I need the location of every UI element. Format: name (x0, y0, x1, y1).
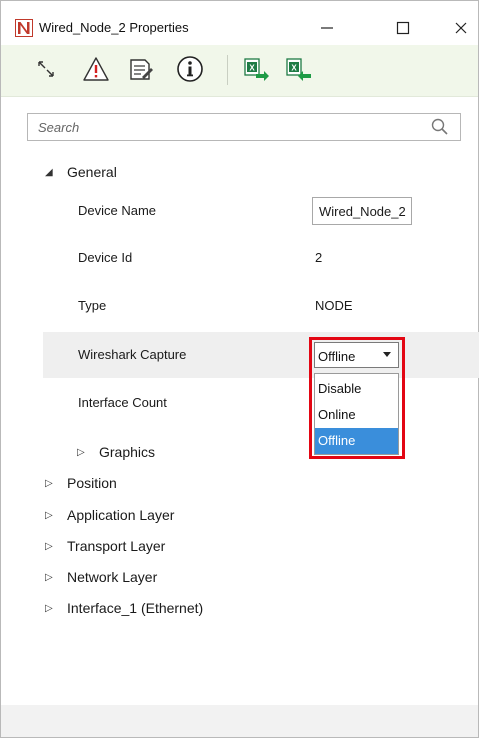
tree-group-label: Graphics (99, 444, 156, 460)
caret-collapsed-icon: ▷ (45, 477, 53, 489)
tree-group-interface-1[interactable]: ▷ Interface_1 (Ethernet) (45, 595, 203, 621)
caret-collapsed-icon: ▷ (45, 509, 53, 521)
tree-group-network-layer[interactable]: ▷ Network Layer (45, 564, 157, 590)
close-button[interactable] (447, 15, 475, 41)
tree-group-label: Network Layer (67, 569, 158, 585)
title-bar: Wired_Node_2 Properties (1, 1, 478, 45)
tree-group-label: Application Layer (67, 507, 175, 523)
property-label: Interface Count (78, 395, 167, 410)
minimize-icon (321, 27, 333, 29)
netsim-app-icon (15, 19, 33, 37)
wireshark-capture-select[interactable]: Offline (314, 342, 399, 368)
excel-export-icon[interactable]: X (241, 54, 271, 84)
tree-group-general[interactable]: ◢ General (45, 159, 117, 185)
property-label: Device Name (78, 203, 157, 218)
device-name-field[interactable] (312, 197, 412, 225)
minimize-button[interactable] (313, 15, 341, 41)
search-input[interactable] (28, 114, 428, 140)
tree-group-label: General (67, 164, 117, 180)
window-title: Wired_Node_2 Properties (39, 20, 189, 35)
maximize-button[interactable] (389, 15, 417, 41)
caret-expanded-icon: ◢ (45, 166, 53, 178)
tree-group-transport-layer[interactable]: ▷ Transport Layer (45, 533, 165, 559)
close-icon (455, 22, 467, 34)
tree-group-graphics[interactable]: ▷ Graphics (77, 439, 155, 465)
search-box (27, 113, 461, 141)
maximize-icon (396, 21, 410, 35)
caret-collapsed-icon: ▷ (77, 446, 85, 458)
properties-window: Wired_Node_2 Properties X X Search ◢ Gen… (0, 0, 479, 738)
property-label: Device Id (78, 250, 133, 265)
expand-collapse-icon[interactable] (31, 54, 61, 84)
property-label: Type (78, 298, 107, 313)
caret-collapsed-icon: ▷ (45, 540, 53, 552)
search-icon[interactable] (430, 117, 450, 137)
dropdown-option-online[interactable]: Online (315, 402, 398, 428)
dropdown-arrow-icon (383, 352, 391, 357)
toolbar-separator (227, 55, 228, 85)
tree-group-position[interactable]: ▷ Position (45, 470, 117, 496)
warning-icon[interactable] (81, 54, 111, 84)
select-value: Offline (318, 349, 356, 364)
edit-document-icon[interactable] (125, 54, 155, 84)
tree-group-label: Position (67, 475, 117, 491)
dropdown-option-disable[interactable]: Disable (315, 376, 398, 402)
property-row-device-name: Device Name (43, 188, 479, 234)
toolbar: X X (1, 45, 478, 97)
info-icon[interactable] (175, 54, 205, 84)
property-row-interface-count: Interface Count (43, 380, 479, 426)
property-row-type: Type NODE (43, 283, 479, 329)
caret-collapsed-icon: ▷ (45, 571, 53, 583)
type-value: NODE (315, 298, 353, 313)
property-row-device-id: Device Id 2 (43, 235, 479, 281)
dropdown-list: Disable Online Offline (314, 373, 399, 455)
tree-group-label: Interface_1 (Ethernet) (67, 600, 204, 616)
excel-import-icon[interactable]: X (283, 54, 313, 84)
dropdown-option-offline[interactable]: Offline (315, 428, 398, 454)
property-row-wireshark-capture: Wireshark Capture (43, 332, 479, 378)
caret-collapsed-icon: ▷ (45, 602, 53, 614)
tree-group-application-layer[interactable]: ▷ Application Layer (45, 502, 174, 528)
svg-text:X: X (249, 64, 255, 73)
device-id-value: 2 (315, 250, 323, 265)
svg-text:X: X (291, 64, 297, 73)
tree-group-label: Transport Layer (67, 538, 166, 554)
status-strip (1, 705, 478, 737)
property-label: Wireshark Capture (78, 347, 187, 362)
